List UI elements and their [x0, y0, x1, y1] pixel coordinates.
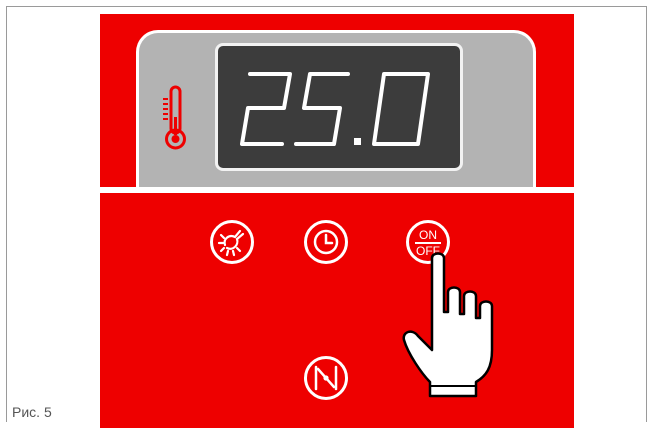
temperature-readout: [240, 72, 430, 146]
display-housing: [136, 30, 536, 190]
damper-button[interactable]: [304, 356, 348, 400]
clock-icon: [313, 229, 339, 255]
control-panel: ON OFF: [100, 14, 574, 428]
lcd-display: [215, 43, 463, 171]
pointing-hand-icon: [402, 252, 494, 398]
damper-icon: [314, 365, 338, 391]
light-icon: [217, 229, 245, 257]
panel-divider: [100, 187, 574, 193]
thermometer-icon: [157, 77, 187, 157]
light-button[interactable]: [210, 220, 254, 264]
on-label: ON: [419, 228, 437, 242]
timer-button[interactable]: [304, 220, 348, 264]
figure-caption: Рис. 5: [12, 404, 52, 420]
